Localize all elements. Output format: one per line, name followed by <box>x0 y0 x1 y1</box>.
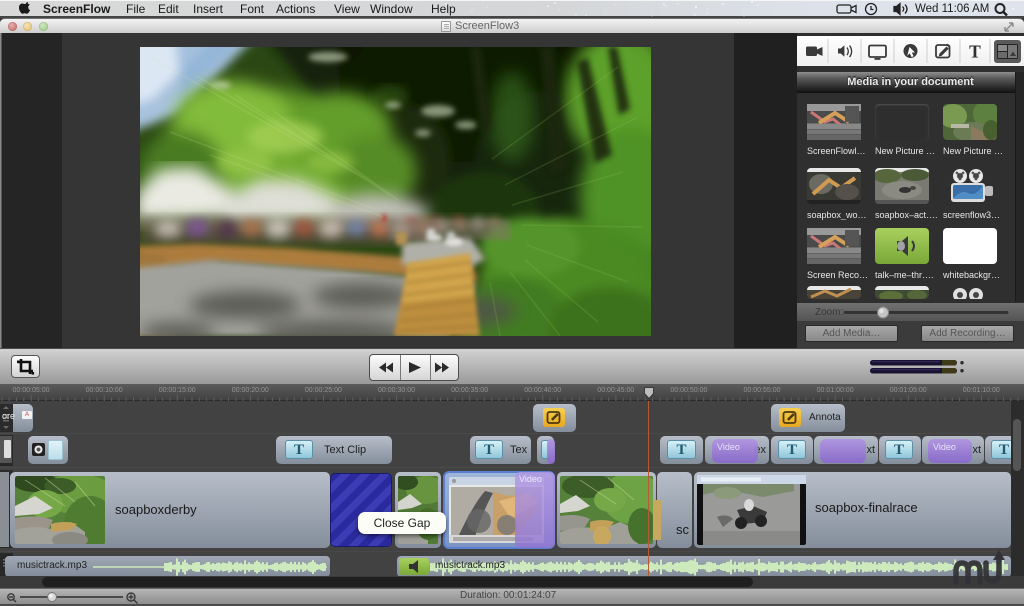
svg-text:T: T <box>969 42 981 62</box>
